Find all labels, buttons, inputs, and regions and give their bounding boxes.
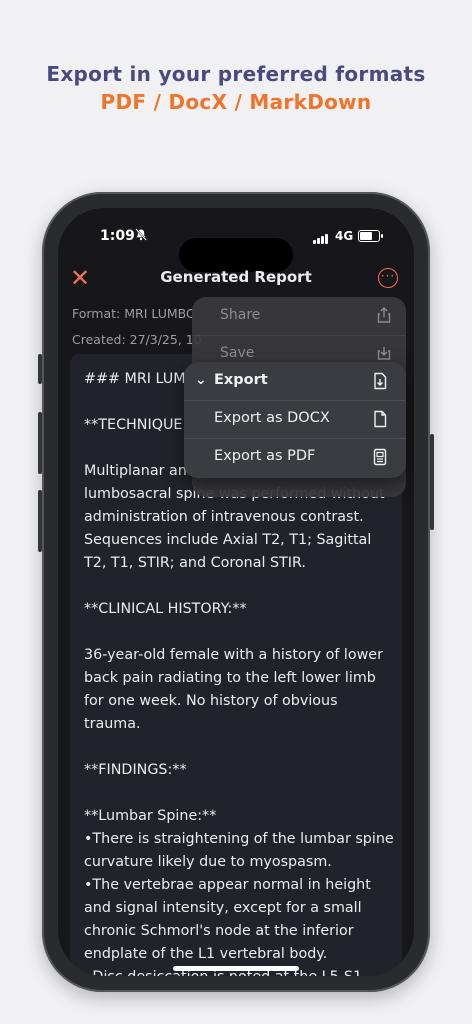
menu-item-export-pdf[interactable]: Export as PDF [184,438,406,476]
phone-screen: 1:09 4G ✕ Generated Report ··· Format: M… [58,208,414,976]
status-bar: 1:09 4G [58,228,414,272]
report-created: Created: 27/3/25, 10 [72,332,202,347]
download-icon [376,345,392,361]
menu-item-save-label: Save [220,345,255,361]
share-icon [376,307,392,323]
more-options-button[interactable]: ··· [378,268,398,288]
pdf-document-icon [372,448,388,466]
promo-formats: PDF / DocX / MarkDown [100,90,372,114]
page-title: Generated Report [160,268,312,286]
cellular-signal-icon [313,232,329,248]
export-document-icon [372,372,388,390]
bell-muted-icon [135,228,147,244]
menu-item-export-label: Export [214,372,268,388]
battery-icon [358,230,383,242]
menu-item-export[interactable]: ⌄ Export [184,362,406,401]
nav-bar: ✕ Generated Report ··· [58,264,414,294]
menu-item-export-docx-label: Export as DOCX [214,410,330,426]
promo-headline: Export in your preferred formats [46,62,426,86]
report-format: Format: MRI LUMBC [72,306,195,321]
menu-item-export-docx[interactable]: Export as DOCX [184,400,406,439]
status-time: 1:09 [100,228,135,244]
chevron-down-icon: ⌄ [195,372,207,388]
menu-item-share-label: Share [220,307,261,323]
network-type: 4G [335,229,354,243]
export-submenu: ⌄ Export Export as DOCX Export as PDF [184,362,406,478]
menu-item-share[interactable]: Share [192,297,406,336]
phone-power-button [430,434,434,530]
menu-item-export-pdf-label: Export as PDF [214,448,316,464]
document-icon [372,410,388,428]
home-indicator[interactable] [173,966,299,971]
